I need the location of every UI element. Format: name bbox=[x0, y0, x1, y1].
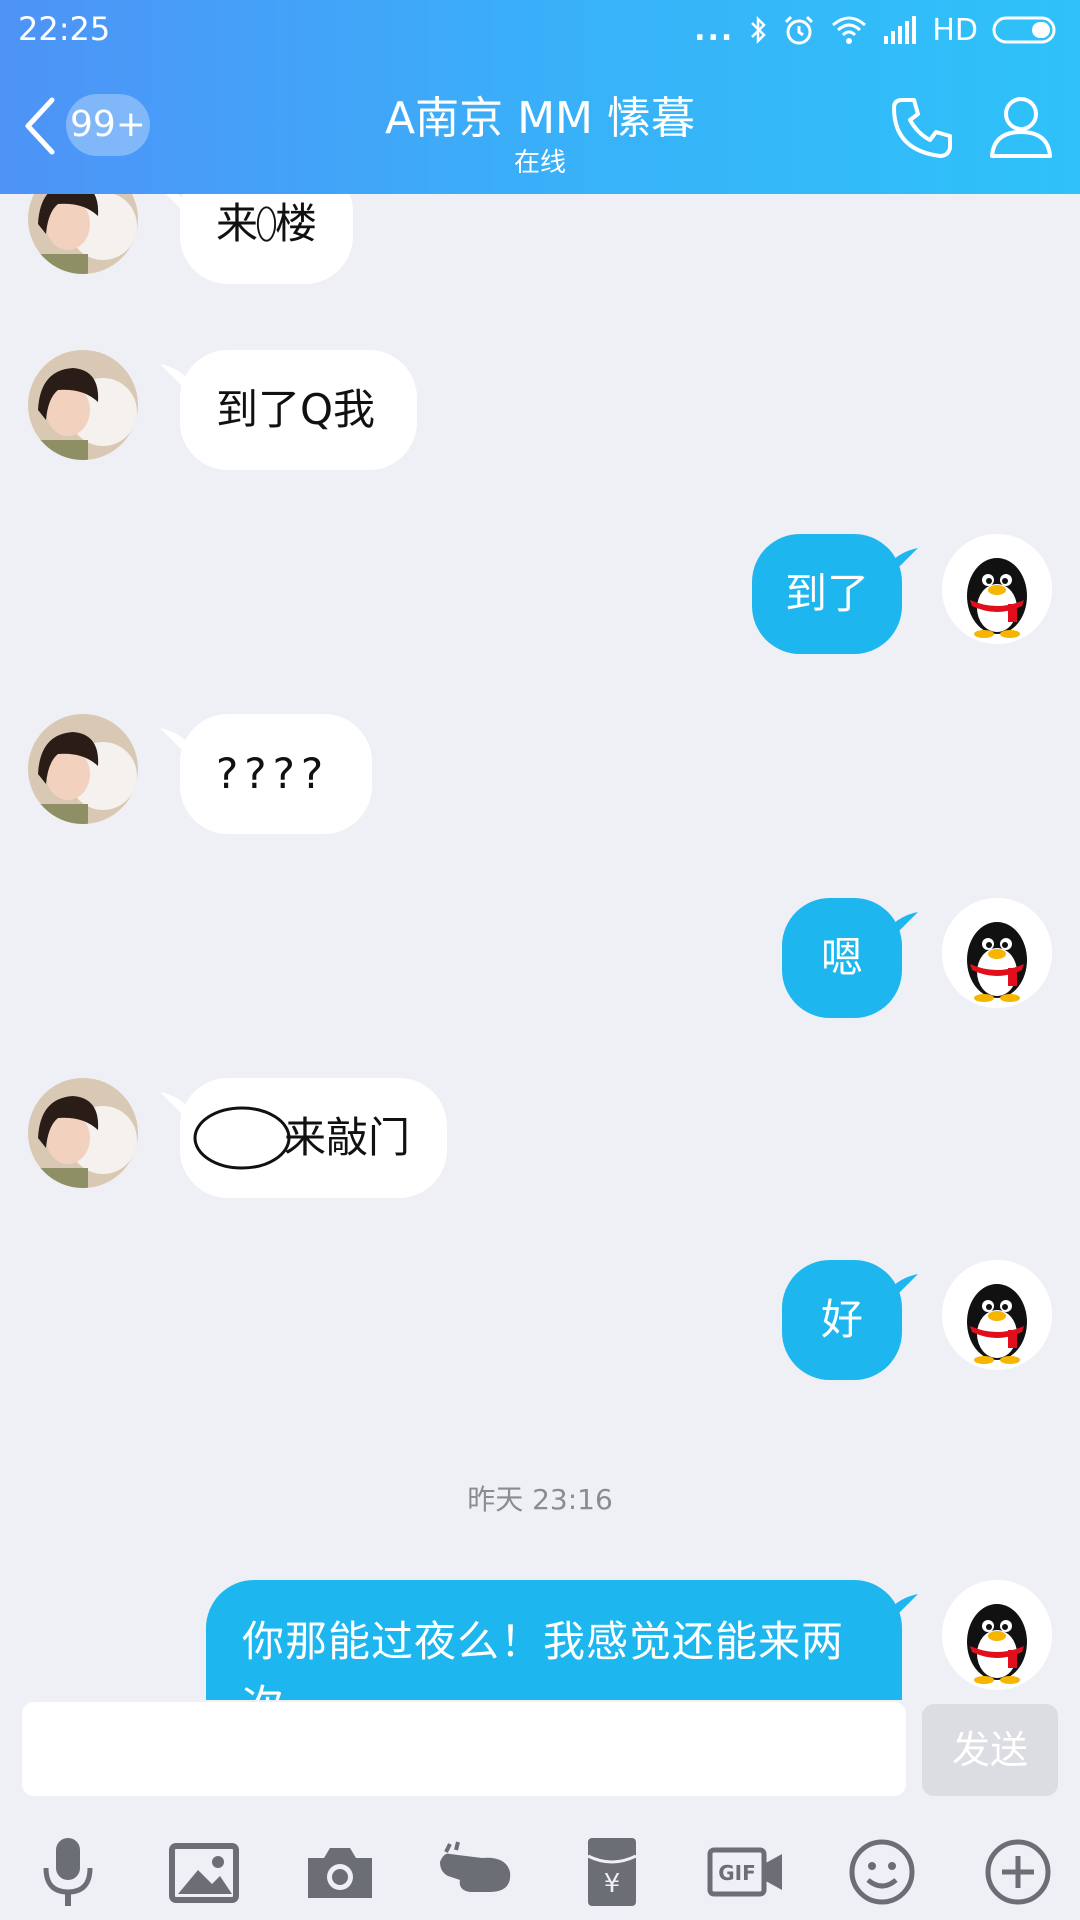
contact-avatar[interactable] bbox=[28, 1078, 138, 1188]
wifi-icon bbox=[832, 16, 867, 44]
profile-icon[interactable] bbox=[986, 92, 1056, 162]
chat-header: 22:25 ... HD 99+ A南京 MM 愫暮 在线 bbox=[0, 0, 1080, 194]
message-bubble[interactable]: 好 bbox=[782, 1260, 902, 1380]
message-row: 你那能过夜么！我感觉还能来两次 bbox=[0, 1580, 1080, 1700]
status-bar: 22:25 ... HD bbox=[0, 0, 1080, 56]
status-icons: ... HD bbox=[694, 10, 1058, 50]
poke-icon[interactable] bbox=[436, 1832, 516, 1912]
drawn-oval-mark bbox=[193, 1106, 291, 1170]
signal-icon bbox=[884, 16, 917, 44]
input-bar: 发送 bbox=[0, 1700, 1080, 1796]
time-separator: 昨天 23:16 bbox=[467, 1483, 613, 1516]
message-bubble[interactable]: ???? bbox=[180, 714, 372, 834]
more-dots: ... bbox=[694, 12, 735, 48]
message-row: 来 楼 bbox=[0, 194, 1080, 294]
phone-icon[interactable] bbox=[888, 92, 958, 162]
my-avatar[interactable] bbox=[942, 898, 1052, 1008]
camera-icon[interactable] bbox=[300, 1832, 380, 1912]
gif-icon[interactable]: GIF bbox=[706, 1832, 786, 1912]
svg-text:GIF: GIF bbox=[718, 1861, 756, 1885]
battery-icon bbox=[992, 16, 1056, 44]
message-row: 到了Q我 bbox=[0, 350, 1080, 480]
message-bubble[interactable]: 来敲门 bbox=[180, 1078, 447, 1198]
message-row: 到了 bbox=[0, 534, 1080, 664]
message-row: 嗯 bbox=[0, 898, 1080, 1028]
message-bubble[interactable]: 来 楼 bbox=[180, 194, 353, 284]
svg-text:¥: ¥ bbox=[604, 1869, 621, 1899]
my-avatar[interactable] bbox=[942, 1260, 1052, 1370]
send-button[interactable]: 发送 bbox=[922, 1704, 1058, 1796]
message-bubble[interactable]: 你那能过夜么！我感觉还能来两次 bbox=[206, 1580, 902, 1700]
message-bubble[interactable]: 嗯 bbox=[782, 898, 902, 1018]
contact-avatar[interactable] bbox=[28, 194, 138, 274]
contact-avatar[interactable] bbox=[28, 350, 138, 460]
message-row: 来敲门 bbox=[0, 1078, 1080, 1208]
alarm-icon bbox=[785, 15, 814, 45]
drawn-oval-mark bbox=[256, 206, 277, 242]
message-row: ???? bbox=[0, 714, 1080, 844]
contact-avatar[interactable] bbox=[28, 714, 138, 824]
message-bubble[interactable]: 到了 bbox=[752, 534, 902, 654]
message-row: 好 bbox=[0, 1260, 1080, 1390]
input-toolbar: ¥ GIF bbox=[0, 1820, 1080, 1920]
my-avatar[interactable] bbox=[942, 534, 1052, 644]
network-type: HD bbox=[932, 12, 978, 48]
message-bubble[interactable]: 到了Q我 bbox=[180, 350, 417, 470]
image-icon[interactable] bbox=[164, 1832, 244, 1912]
message-input[interactable] bbox=[22, 1702, 906, 1796]
status-time: 22:25 bbox=[18, 10, 111, 48]
emoji-icon[interactable] bbox=[842, 1832, 922, 1912]
bluetooth-icon bbox=[751, 15, 767, 45]
plus-icon[interactable] bbox=[978, 1832, 1058, 1912]
my-avatar[interactable] bbox=[942, 1580, 1052, 1690]
microphone-icon[interactable] bbox=[28, 1832, 108, 1912]
red-packet-icon[interactable]: ¥ bbox=[572, 1832, 652, 1912]
message-list[interactable]: 来 楼 到了Q我 到了 ???? 嗯 来敲门 好 昨天 23:16 你那能过夜么… bbox=[0, 194, 1080, 1700]
